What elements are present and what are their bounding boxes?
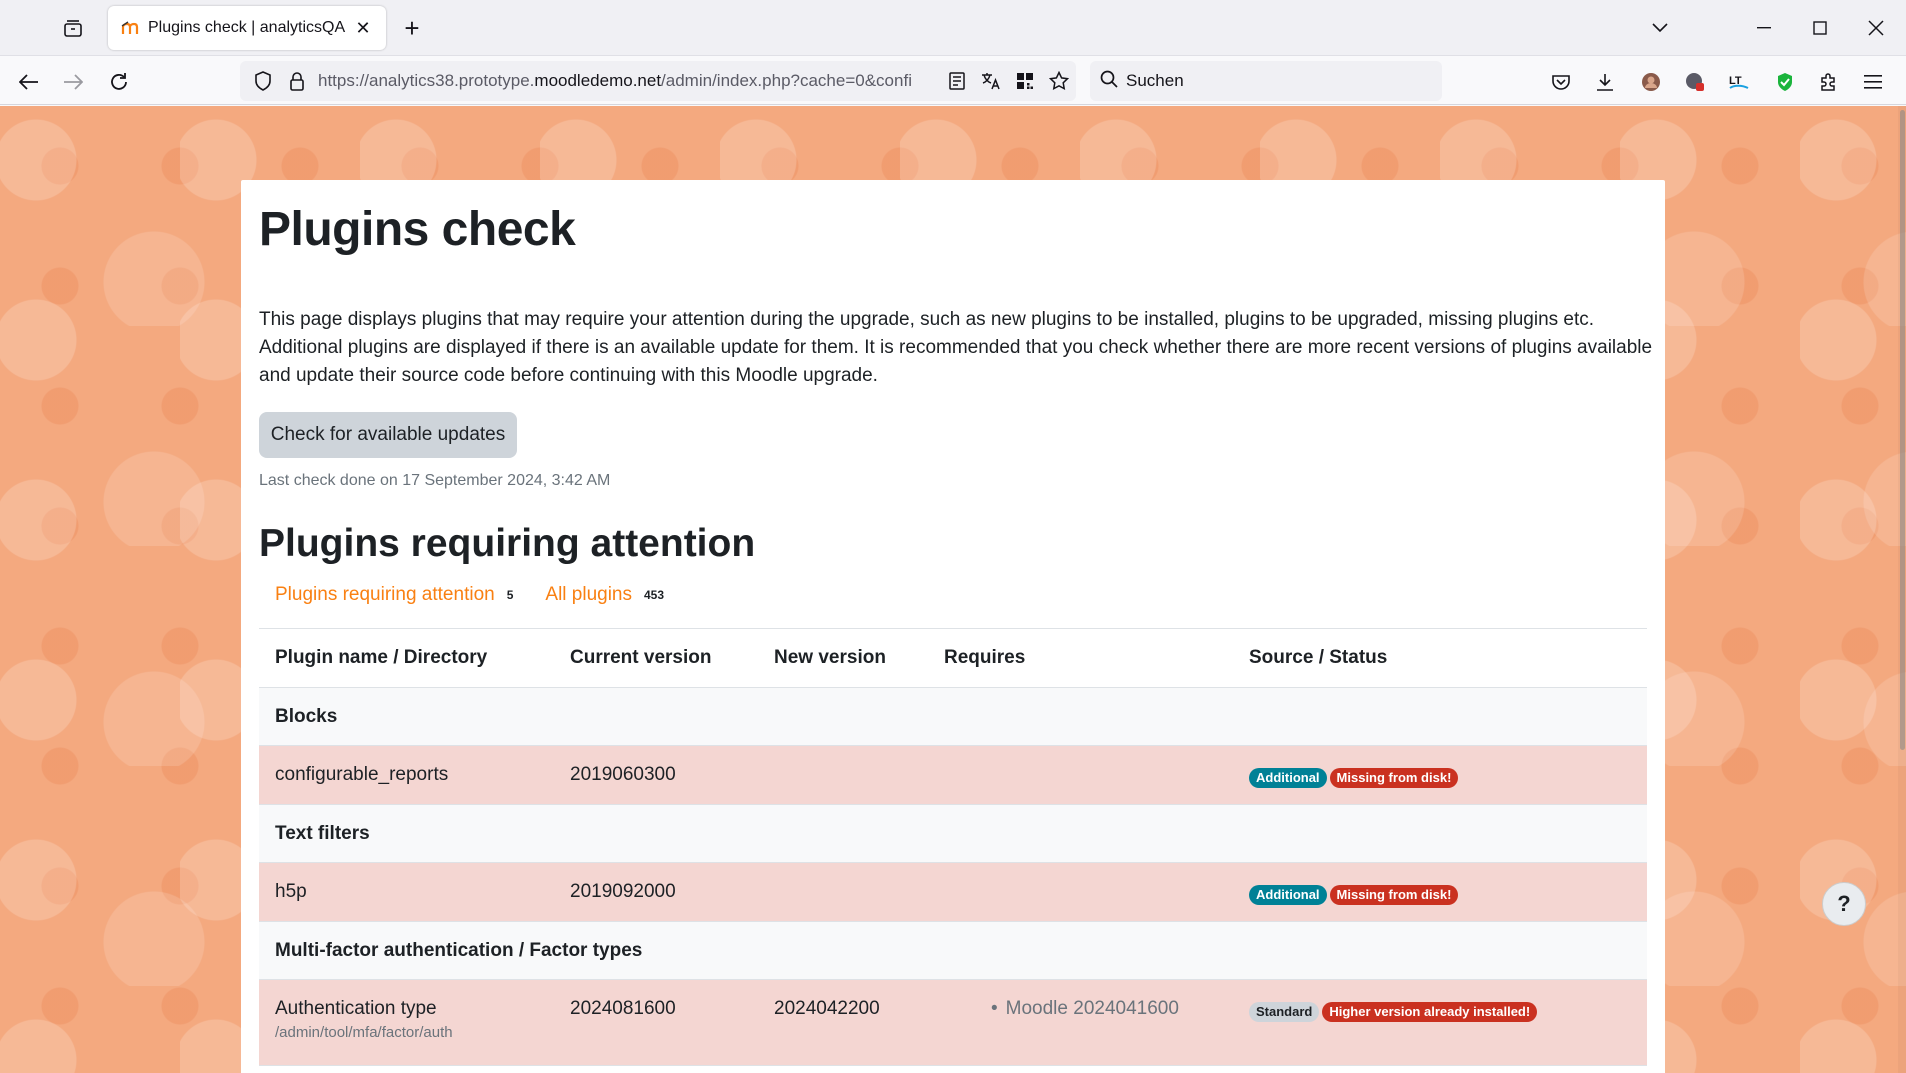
group-row-text-filters: Text filters xyxy=(259,805,1647,863)
source-badge: Additional xyxy=(1249,885,1327,905)
reload-icon[interactable] xyxy=(102,65,136,99)
back-arrow-icon[interactable] xyxy=(12,65,46,99)
header-plugin-name: Plugin name / Directory xyxy=(275,647,488,668)
source-badge: Standard xyxy=(1249,1002,1320,1022)
url-text[interactable]: https://analytics38.prototype.moodledemo… xyxy=(318,71,938,91)
status-badge: Higher version already installed! xyxy=(1322,1002,1538,1022)
reader-view-icon[interactable] xyxy=(940,64,974,98)
check-updates-button[interactable]: Check for available updates xyxy=(259,412,517,458)
search-icon xyxy=(1100,70,1118,93)
tab-bar: Plugins check | analyticsQA ✕ + xyxy=(0,0,1906,56)
extensions-puzzle-icon[interactable] xyxy=(1812,65,1846,99)
url-domain: moodledemo.net xyxy=(534,71,662,90)
tab-title: Plugins check | analyticsQA xyxy=(148,19,346,36)
pocket-icon[interactable] xyxy=(1544,65,1578,99)
page-scrollbar[interactable] xyxy=(1898,106,1906,1073)
main-content-card: Plugins check This page displays plugins… xyxy=(241,180,1665,1073)
search-placeholder: Suchen xyxy=(1126,71,1184,90)
filter-attention-count: 5 xyxy=(502,587,518,603)
filter-attention-link[interactable]: Plugins requiring attention 5 xyxy=(275,584,518,606)
tab-list-icon[interactable] xyxy=(58,14,88,44)
group-row-blocks: Blocks xyxy=(259,688,1647,746)
filter-all-link[interactable]: All plugins 453 xyxy=(545,584,669,606)
active-tab[interactable]: Plugins check | analyticsQA ✕ xyxy=(108,6,386,50)
scrollbar-thumb[interactable] xyxy=(1900,110,1905,750)
header-requires: Requires xyxy=(944,647,1026,668)
tab-close-icon[interactable]: ✕ xyxy=(352,17,374,39)
plugin-filters: Plugins requiring attention 5 All plugin… xyxy=(275,584,696,606)
header-source-status: Source / Status xyxy=(1249,647,1388,668)
plugin-name: h5p xyxy=(275,881,307,902)
moodle-favicon-icon xyxy=(120,18,140,38)
header-current-version: Current version xyxy=(570,647,712,668)
status-badge: Missing from disk! xyxy=(1329,768,1459,788)
forward-arrow-icon[interactable] xyxy=(56,65,90,99)
url-prefix: https://analytics38.prototype. xyxy=(318,71,535,90)
maximize-icon[interactable] xyxy=(1800,10,1840,46)
current-version: 2019060300 xyxy=(570,764,676,785)
filter-attention-label: Plugins requiring attention xyxy=(275,584,495,605)
table-row: h5p 2019092000 Additional Missing from di… xyxy=(259,863,1647,922)
list-all-tabs-chevron-icon[interactable] xyxy=(1640,10,1680,46)
table-row: configurable_reports 2019060300 Addition… xyxy=(259,746,1647,805)
group-name: Blocks xyxy=(275,706,338,727)
intro-text: This page displays plugins that may requ… xyxy=(259,309,1653,386)
navigation-toolbar: https://analytics38.prototype.moodledemo… xyxy=(0,57,1906,105)
group-name: Text filters xyxy=(275,823,370,844)
minimize-icon[interactable] xyxy=(1744,10,1784,46)
source-status: Additional Missing from disk! xyxy=(1249,766,1461,788)
section-title: Plugins requiring attention xyxy=(259,522,756,565)
status-badge: Missing from disk! xyxy=(1329,885,1459,905)
qr-code-icon[interactable] xyxy=(1008,64,1042,98)
new-version: 2024042200 xyxy=(774,998,880,1019)
languagetool-icon[interactable]: LT xyxy=(1722,65,1756,99)
tracking-protection-shield-icon[interactable] xyxy=(246,64,280,98)
address-bar[interactable]: https://analytics38.prototype.moodledemo… xyxy=(240,61,1076,101)
help-button[interactable]: ? xyxy=(1822,882,1866,926)
source-status: Additional Missing from disk! xyxy=(1249,883,1461,905)
source-badge: Additional xyxy=(1249,768,1327,788)
last-check-text: Last check done on 17 September 2024, 3:… xyxy=(259,472,611,489)
close-window-icon[interactable] xyxy=(1856,10,1896,46)
plugin-directory: /admin/tool/mfa/factor/auth xyxy=(275,1024,453,1041)
plugin-name: Authentication type xyxy=(275,998,437,1019)
filter-all-label: All plugins xyxy=(545,584,632,605)
table-row: Authentication type /admin/tool/mfa/fact… xyxy=(259,980,1647,1066)
plugin-name-cell: Authentication type /admin/tool/mfa/fact… xyxy=(275,998,453,1041)
new-tab-icon[interactable]: + xyxy=(396,12,428,44)
table-header-row: Plugin name / Directory Current version … xyxy=(259,628,1647,688)
source-status: Standard Higher version already installed… xyxy=(1249,1000,1540,1022)
app-menu-hamburger-icon[interactable] xyxy=(1856,65,1890,99)
url-path: /admin/index.php?cache=0&confi xyxy=(661,71,912,90)
page-title: Plugins check xyxy=(259,203,576,256)
filter-all-count: 453 xyxy=(640,587,669,603)
shield-extension-icon[interactable] xyxy=(1768,65,1802,99)
profile-avatar-icon[interactable] xyxy=(1634,65,1668,99)
requires-item: Moodle 2024041600 xyxy=(991,998,1179,1020)
group-name: Multi-factor authentication / Factor typ… xyxy=(275,940,643,961)
translate-icon[interactable] xyxy=(974,64,1008,98)
current-version: 2019092000 xyxy=(570,881,676,902)
extension-adblock-icon[interactable] xyxy=(1678,65,1712,99)
group-row-mfa-factor-types: Multi-factor authentication / Factor typ… xyxy=(259,922,1647,980)
plugins-table: Plugin name / Directory Current version … xyxy=(259,628,1647,1066)
bookmark-star-icon[interactable] xyxy=(1042,64,1076,98)
downloads-icon[interactable] xyxy=(1588,65,1622,99)
header-new-version: New version xyxy=(774,647,886,668)
current-version: 2024081600 xyxy=(570,998,676,1019)
search-bar[interactable]: Suchen xyxy=(1090,61,1442,101)
lock-icon[interactable] xyxy=(280,64,314,98)
page-viewport: Plugins check This page displays plugins… xyxy=(0,106,1906,1073)
plugin-name: configurable_reports xyxy=(275,764,449,785)
